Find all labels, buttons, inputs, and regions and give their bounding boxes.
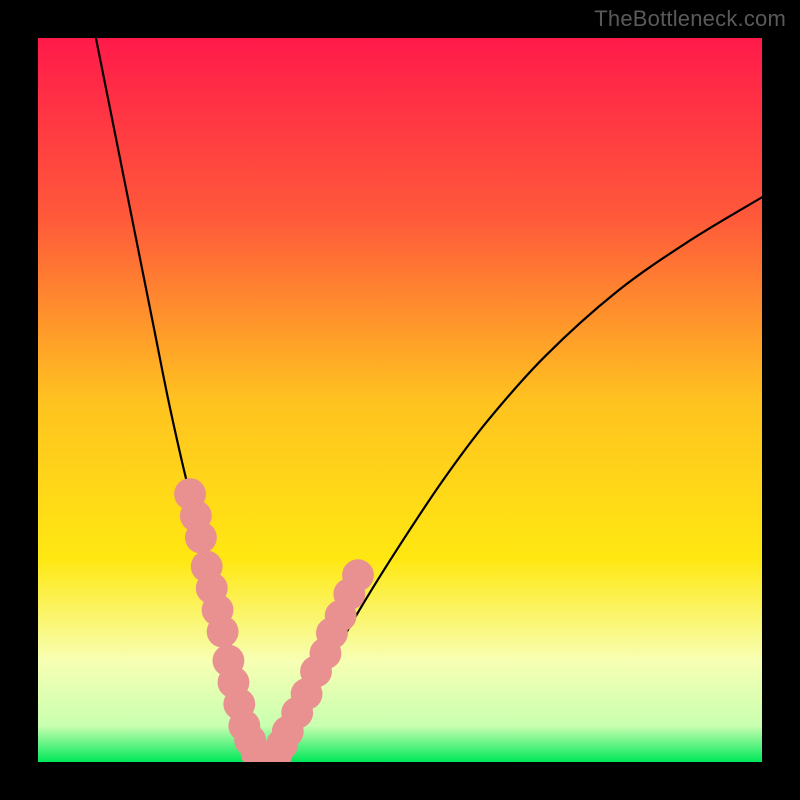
highlight-dot	[342, 559, 374, 591]
highlight-dot	[207, 616, 239, 648]
watermark-text: TheBottleneck.com	[594, 6, 786, 32]
highlight-dot	[185, 522, 217, 554]
chart-container: TheBottleneck.com	[0, 0, 800, 800]
chart-svg	[38, 38, 762, 762]
plot-area	[38, 38, 762, 762]
gradient-background	[38, 38, 762, 762]
